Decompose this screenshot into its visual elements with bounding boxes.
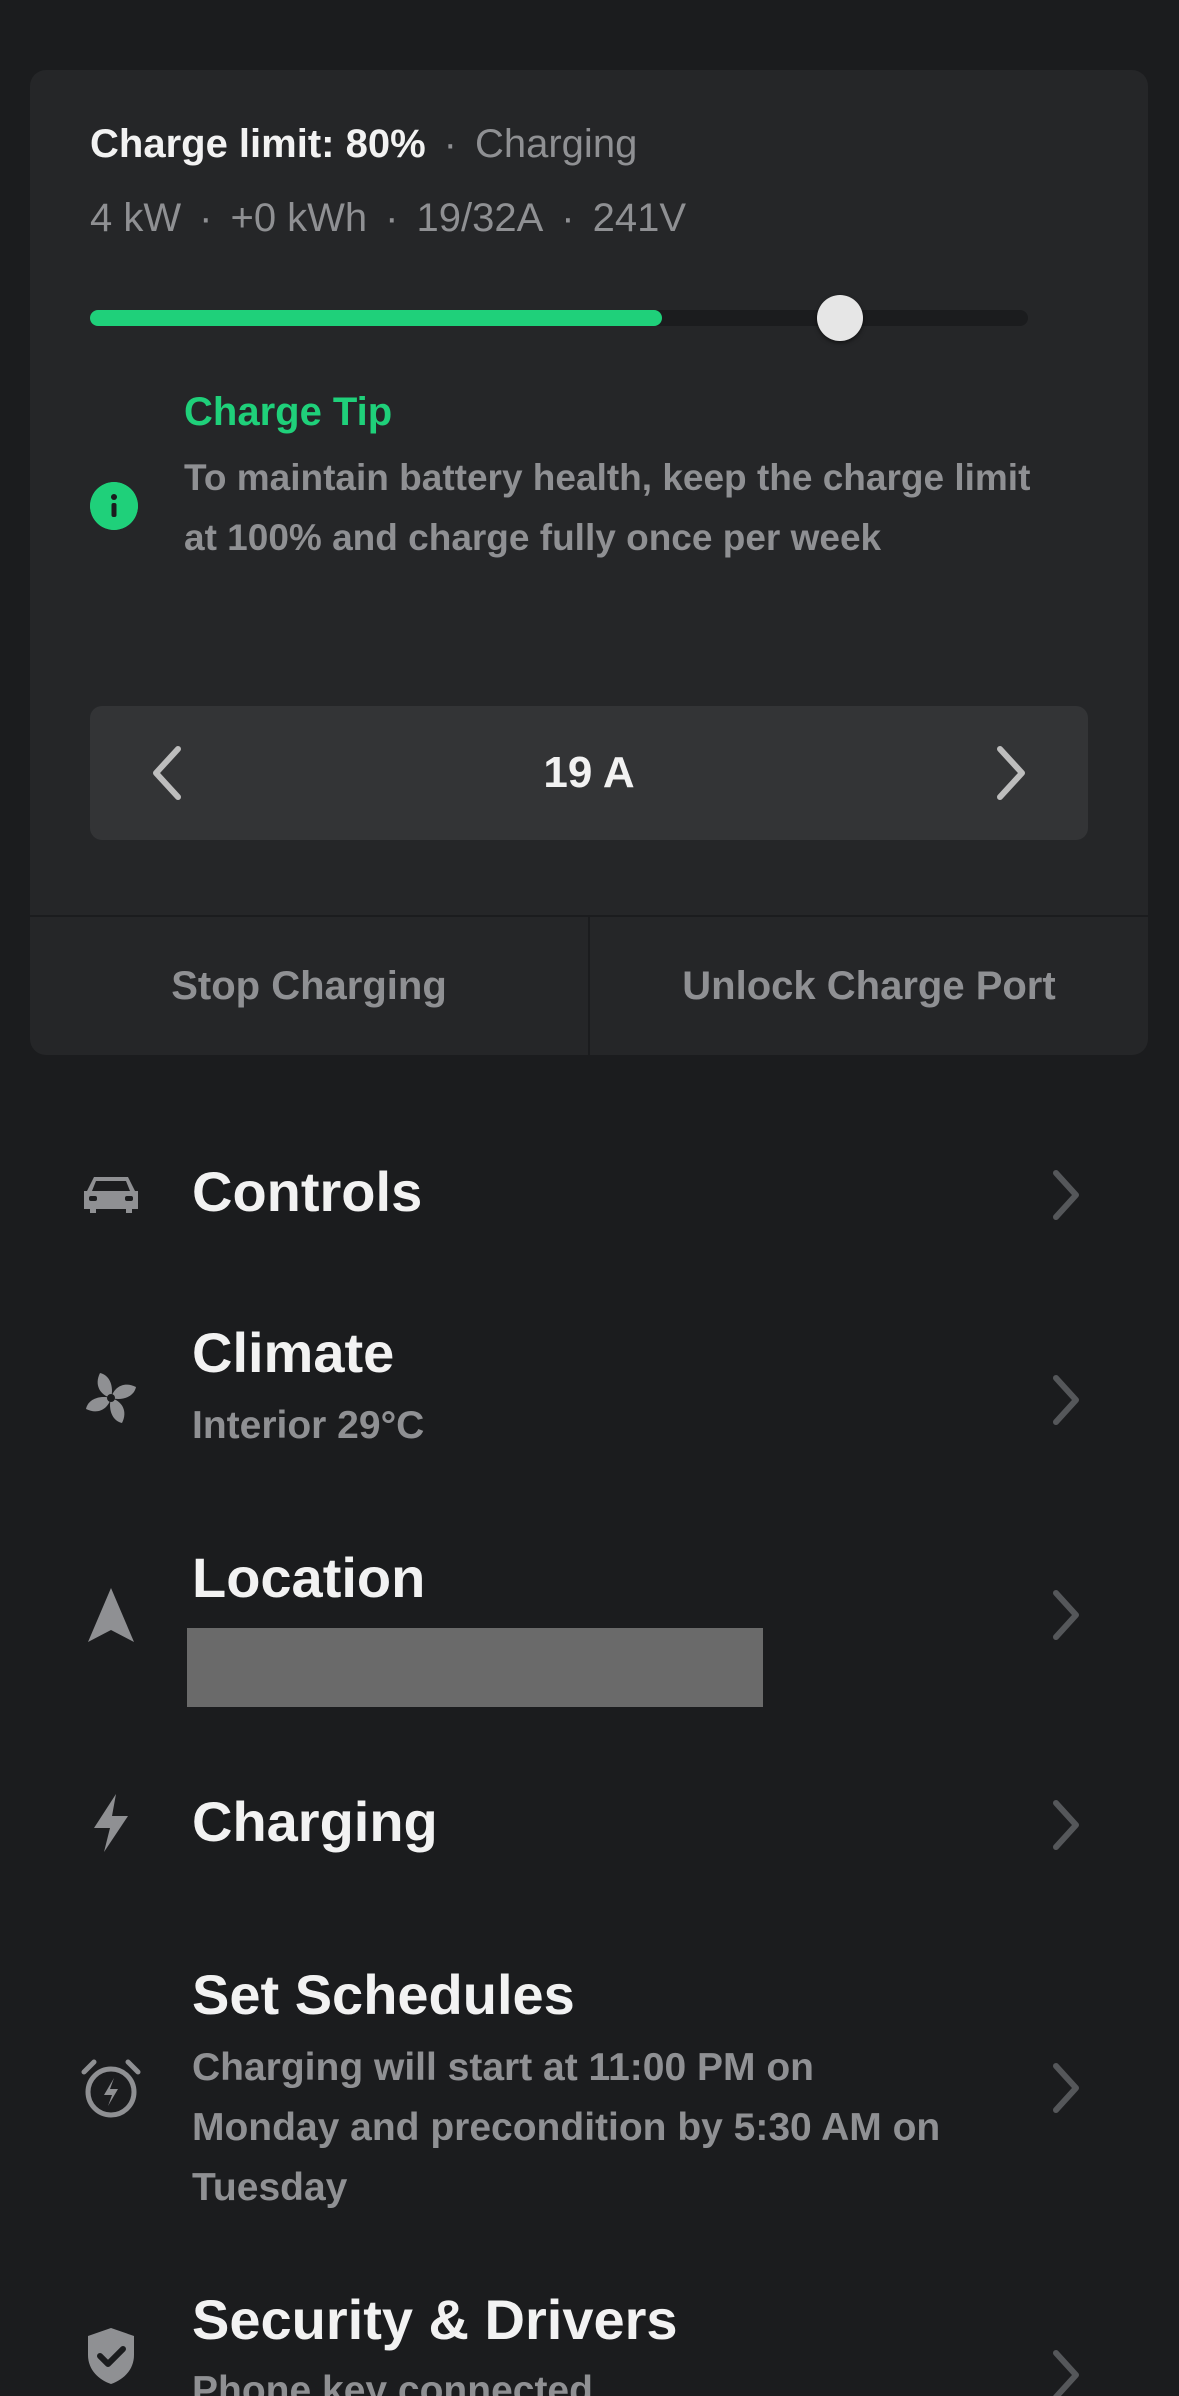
charge-limit-slider[interactable] — [90, 295, 1028, 341]
chevron-right-icon — [1053, 1590, 1079, 1640]
info-icon — [90, 482, 138, 530]
current-stat: 19/32A — [416, 196, 544, 240]
charging-title: Charging — [192, 1790, 438, 1853]
chevron-right-icon — [1053, 1170, 1079, 1220]
car-icon — [84, 1177, 138, 1213]
chevron-right-icon — [1053, 2063, 1079, 2113]
charging-card: Charge limit: 80% · Charging 4 kW · +0 kWh · 1… — [30, 70, 1148, 1055]
navigation-arrow-icon — [88, 1588, 134, 1642]
charge-stats: 4 kW · +0 kWh · 19/32A · 241V — [90, 196, 687, 240]
controls-title: Controls — [192, 1160, 423, 1223]
amperage-stepper: 19 A — [90, 706, 1088, 840]
unlock-charge-port-button[interactable]: Unlock Charge Port — [590, 917, 1148, 1055]
charge-status: Charging — [474, 122, 638, 166]
chevron-right-icon — [1053, 2350, 1079, 2396]
lightning-bolt-icon — [94, 1794, 128, 1852]
voltage-stat: 241V — [592, 196, 687, 240]
shield-check-icon — [88, 2328, 134, 2384]
security-drivers-title: Security & Drivers — [192, 2288, 678, 2351]
location-title: Location — [192, 1546, 426, 1609]
stop-charging-button[interactable]: Stop Charging — [30, 917, 588, 1055]
redacted-address — [187, 1628, 763, 1707]
energy-added-stat: +0 kWh — [230, 196, 368, 240]
charge-header: Charge limit: 80% · Charging — [90, 122, 638, 166]
chevron-right-icon — [1053, 1375, 1079, 1425]
security-drivers-subtitle: Phone key connected — [192, 2369, 593, 2396]
charge-tip-title: Charge Tip — [184, 390, 393, 434]
menu-item-controls[interactable]: Controls — [0, 1130, 1179, 1260]
chevron-right-icon — [1053, 1800, 1079, 1850]
menu-item-set-schedules[interactable]: Set Schedules Charging will start at 11:… — [0, 1950, 1179, 2230]
power-stat: 4 kW — [90, 196, 182, 240]
charge-level-fill — [90, 310, 663, 326]
alarm-clock-icon — [81, 2059, 141, 2118]
charge-tip-body: To maintain battery health, keep the cha… — [184, 457, 1031, 558]
menu-item-climate[interactable]: Climate Interior 29°C — [0, 1300, 1179, 1500]
set-schedules-title: Set Schedules — [192, 1963, 575, 2026]
set-schedules-subtitle: Charging will start at 11:00 PM on Monda… — [192, 2046, 941, 2209]
amperage-value: 19 A — [543, 748, 635, 797]
charge-limit-handle[interactable] — [817, 295, 864, 341]
charge-limit-label: Charge limit: 80% — [90, 122, 426, 166]
fan-icon — [86, 1373, 136, 1423]
climate-title: Climate — [192, 1321, 395, 1384]
climate-subtitle: Interior 29°C — [192, 1404, 425, 1447]
menu-item-charging[interactable]: Charging — [0, 1760, 1179, 1890]
menu-item-security-drivers[interactable]: Security & Drivers Phone key connected — [0, 2275, 1179, 2396]
chevron-right-icon[interactable] — [978, 743, 1038, 803]
